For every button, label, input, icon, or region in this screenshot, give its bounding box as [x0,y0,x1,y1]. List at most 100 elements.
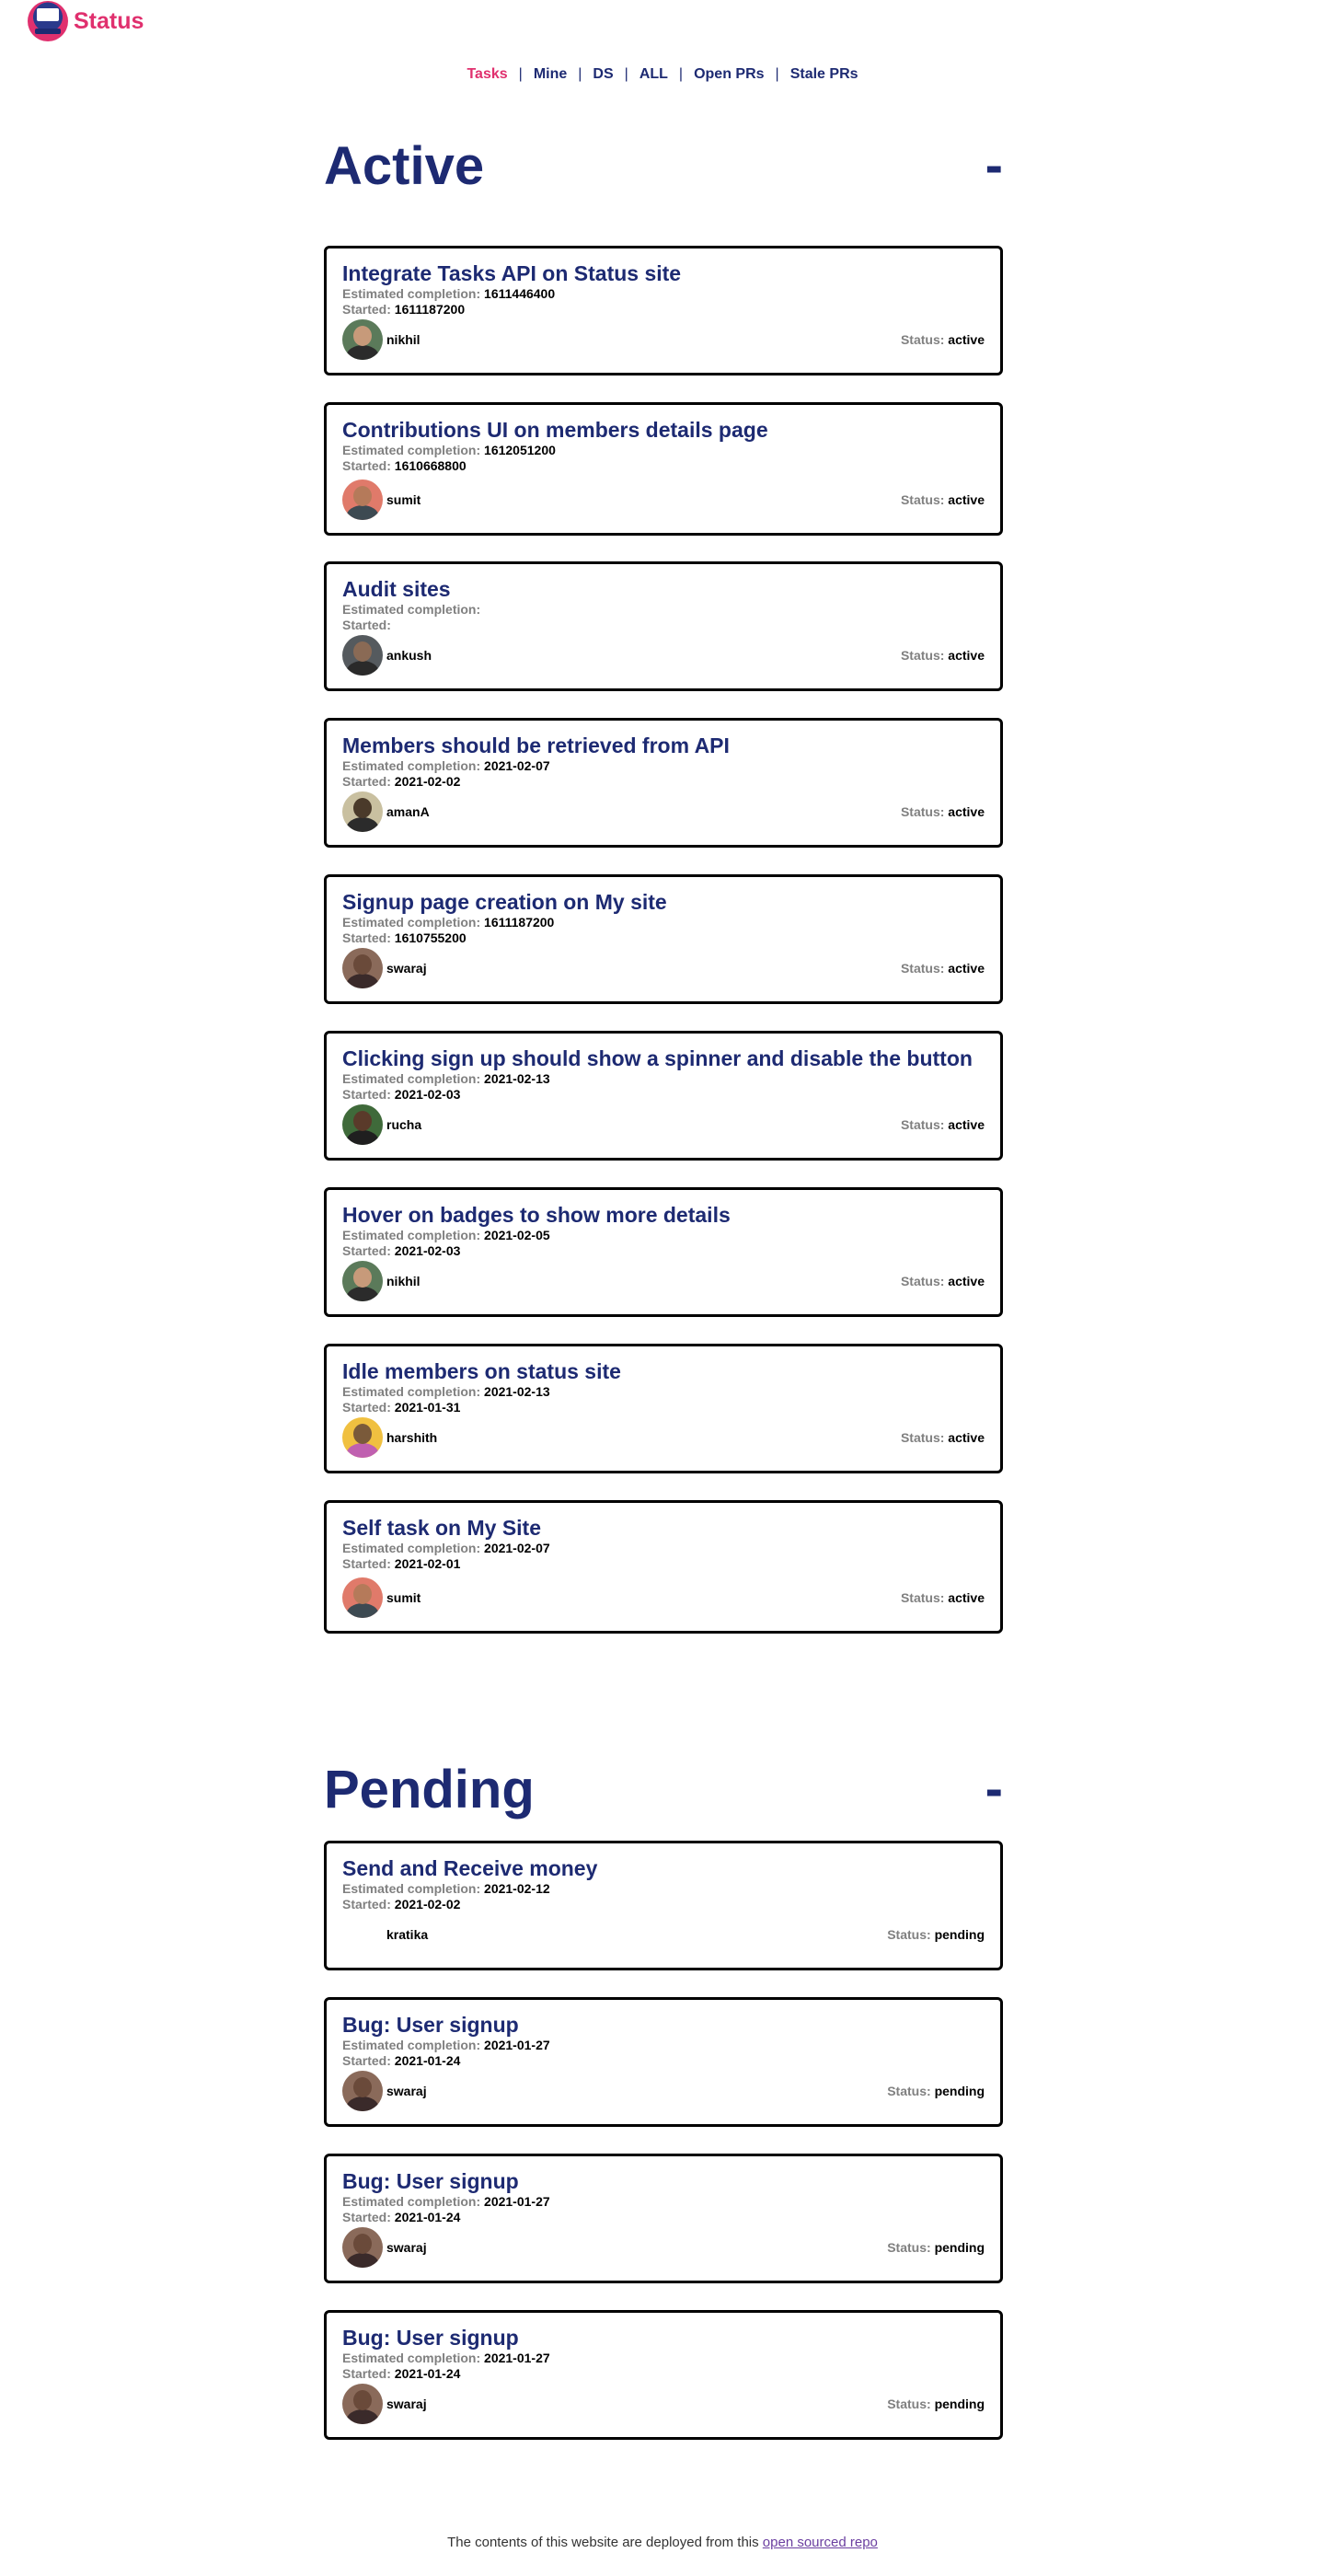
assignee[interactable]: harshith [342,1417,437,1458]
avatar[interactable] [342,1577,383,1618]
task-card[interactable]: Hover on badges to show more details Est… [324,1187,1003,1317]
assignee[interactable]: nikhil [342,1261,421,1301]
status-value: pending [934,1927,985,1942]
nav-open-prs[interactable]: Open PRs [694,66,764,83]
started-label: Started: [342,2053,395,2068]
assignee[interactable]: swaraj [342,948,427,988]
started-value: 2021-01-24 [394,2210,461,2224]
avatar[interactable] [342,2384,383,2424]
task-card[interactable]: Send and Receive money Estimated complet… [324,1841,1003,1970]
estimated-value: 2021-02-07 [484,758,550,773]
task-card[interactable]: Bug: User signup Estimated completion: 2… [324,1997,1003,2127]
task-footer: swaraj Status: active [342,948,985,988]
task-title[interactable]: Hover on badges to show more details [342,1203,985,1228]
task-title[interactable]: Signup page creation on My site [342,890,985,915]
avatar[interactable] [342,791,383,832]
assignee-name[interactable]: swaraj [386,961,427,976]
task-status: Status: pending [887,2397,985,2411]
started-date: Started: 2021-01-24 [342,2053,985,2069]
avatar[interactable] [342,479,383,520]
assignee-name[interactable]: harshith [386,1430,437,1445]
task-title[interactable]: Bug: User signup [342,2169,985,2194]
avatar[interactable] [342,2071,383,2111]
assignee-name[interactable]: swaraj [386,2397,427,2411]
started-label: Started: [342,930,395,945]
status-value: active [948,1590,985,1605]
assignee[interactable]: swaraj [342,2071,427,2111]
assignee[interactable]: amanA [342,791,430,832]
task-card[interactable]: Members should be retrieved from API Est… [324,718,1003,848]
nav-all[interactable]: ALL [639,66,668,83]
assignee-name[interactable]: rucha [386,1117,421,1132]
task-card[interactable]: Idle members on status site Estimated co… [324,1344,1003,1473]
assignee-name[interactable]: swaraj [386,2084,427,2098]
task-card[interactable]: Contributions UI on members details page… [324,402,1003,536]
nav-mine[interactable]: Mine [534,66,567,83]
task-card[interactable]: Clicking sign up should show a spinner a… [324,1031,1003,1161]
task-card[interactable]: Self task on My Site Estimated completio… [324,1500,1003,1634]
started-label: Started: [342,302,395,317]
assignee[interactable]: swaraj [342,2384,427,2424]
task-card[interactable]: Audit sites Estimated completion: Starte… [324,561,1003,691]
assignee[interactable]: swaraj [342,2227,427,2268]
assignee-name[interactable]: sumit [386,1590,421,1605]
assignee[interactable]: ankush [342,635,432,676]
assignee[interactable]: sumit [342,1577,421,1618]
task-status: Status: active [901,332,985,347]
task-title[interactable]: Bug: User signup [342,2013,985,2038]
assignee-name[interactable]: nikhil [386,1274,421,1288]
task-card[interactable]: Bug: User signup Estimated completion: 2… [324,2154,1003,2283]
task-title[interactable]: Members should be retrieved from API [342,734,985,758]
estimated-label: Estimated completion: [342,1384,485,1399]
active-collapse-toggle[interactable]: - [985,139,1003,192]
avatar[interactable] [342,2227,383,2268]
status-value: active [948,804,985,819]
task-card[interactable]: Bug: User signup Estimated completion: 2… [324,2310,1003,2440]
started-date: Started: 1611187200 [342,302,985,318]
estimated-completion: Estimated completion: 2021-01-27 [342,2038,985,2053]
task-title[interactable]: Bug: User signup [342,2326,985,2351]
task-card[interactable]: Integrate Tasks API on Status site Estim… [324,246,1003,375]
nav-tasks[interactable]: Tasks [467,66,507,83]
site-header: Status [28,0,144,42]
real-dev-squad-logo[interactable] [28,1,68,41]
started-label: Started: [342,458,395,473]
assignee-name[interactable]: swaraj [386,2240,427,2255]
assignee[interactable]: rucha [342,1104,421,1145]
assignee[interactable]: sumit [342,479,421,520]
assignee-name[interactable]: amanA [386,804,430,819]
assignee[interactable]: kratika [342,1914,428,1955]
assignee-name[interactable]: kratika [386,1927,428,1942]
avatar[interactable] [342,319,383,360]
avatar[interactable] [342,1417,383,1458]
status-label: Status: [900,1590,949,1605]
nav-separator: | [578,66,582,82]
pending-section-header: Pending - [324,1752,1003,1826]
avatar[interactable] [342,948,383,988]
task-title[interactable]: Clicking sign up should show a spinner a… [342,1046,985,1071]
avatar[interactable] [342,1261,383,1301]
task-title[interactable]: Idle members on status site [342,1359,985,1384]
repo-link[interactable]: open sourced repo [763,2535,878,2550]
nav-stale-prs[interactable]: Stale PRs [790,66,858,83]
task-title[interactable]: Send and Receive money [342,1856,985,1881]
task-title[interactable]: Audit sites [342,577,985,602]
task-title[interactable]: Contributions UI on members details page [342,418,985,443]
task-title[interactable]: Integrate Tasks API on Status site [342,261,985,286]
assignee-name[interactable]: nikhil [386,332,421,347]
task-card[interactable]: Signup page creation on My site Estimate… [324,874,1003,1004]
estimated-value: 2021-02-07 [484,1541,550,1555]
avatar[interactable] [342,1104,383,1145]
avatar[interactable] [342,1914,383,1955]
nav-ds[interactable]: DS [593,66,613,83]
task-footer: sumit Status: active [342,479,985,520]
estimated-completion: Estimated completion: 2021-02-05 [342,1228,985,1243]
brand-title[interactable]: Status [74,8,144,35]
assignee[interactable]: nikhil [342,319,421,360]
estimated-label: Estimated completion: [342,2194,485,2209]
avatar[interactable] [342,635,383,676]
assignee-name[interactable]: sumit [386,492,421,507]
task-title[interactable]: Self task on My Site [342,1516,985,1541]
pending-collapse-toggle[interactable]: - [985,1762,1003,1816]
assignee-name[interactable]: ankush [386,648,432,663]
